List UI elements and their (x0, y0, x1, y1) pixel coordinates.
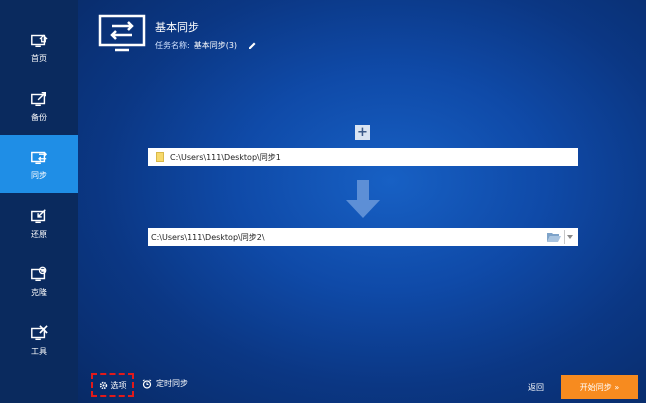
sidebar-item-label: 还原 (31, 229, 47, 239)
sync-monitor-icon (98, 14, 146, 52)
task-name-value: 基本同步(3) (193, 41, 238, 50)
tools-icon (31, 324, 48, 340)
arrow-down-icon (346, 180, 380, 218)
dropdown-arrow-icon[interactable] (567, 235, 573, 239)
restore-icon (31, 208, 46, 223)
sync-icon (31, 151, 48, 164)
sidebar-item-label: 工具 (31, 346, 47, 356)
sidebar-item-clone[interactable]: 克隆 (0, 253, 78, 309)
back-button[interactable]: 返回 (528, 382, 544, 393)
task-name-label: 任务名称: (155, 41, 190, 50)
alarm-clock-icon (142, 378, 152, 389)
sidebar-item-backup[interactable]: 备份 (0, 78, 78, 134)
sidebar-item-home[interactable]: 首页 (0, 19, 78, 75)
schedule-button[interactable]: 定时同步 (142, 378, 188, 389)
clone-icon (31, 266, 47, 281)
source-path-text: C:\Users\111\Desktop\同步1 (170, 152, 281, 162)
folder-icon (156, 152, 164, 162)
destination-actions (546, 228, 578, 246)
schedule-label: 定时同步 (156, 379, 188, 388)
sidebar-item-label: 克隆 (31, 287, 47, 297)
browse-folder-icon[interactable] (546, 231, 562, 243)
source-path-field[interactable]: C:\Users\111\Desktop\同步1 (148, 148, 578, 166)
sidebar: 首页 备份 同步 还原 克隆 工具 (0, 0, 78, 403)
backup-icon (31, 91, 47, 106)
add-source-button[interactable]: + (355, 125, 370, 140)
start-sync-button[interactable]: 开始同步 » (561, 375, 638, 399)
sidebar-item-restore[interactable]: 还原 (0, 195, 78, 251)
dropdown-separator (564, 230, 565, 244)
page-title: 基本同步 (155, 21, 199, 34)
sidebar-item-label: 同步 (31, 170, 47, 180)
sidebar-item-sync[interactable]: 同步 (0, 135, 78, 193)
sidebar-item-tools[interactable]: 工具 (0, 312, 78, 368)
options-label: 选项 (110, 380, 127, 390)
destination-path-field[interactable]: C:\Users\111\Desktop\同步2\ (148, 228, 578, 246)
task-name-row: 任务名称: 基本同步(3) (155, 40, 257, 51)
edit-pencil-icon[interactable] (247, 41, 257, 51)
sidebar-item-label: 备份 (31, 112, 47, 122)
destination-path-text: C:\Users\111\Desktop\同步2\ (151, 232, 265, 242)
main-panel: 基本同步 任务名称: 基本同步(3) + C:\Users\111\Deskto… (78, 0, 646, 403)
home-icon (31, 34, 48, 47)
options-button[interactable]: 选项 (91, 373, 134, 397)
gear-icon (99, 381, 107, 389)
sidebar-item-label: 首页 (31, 53, 47, 63)
